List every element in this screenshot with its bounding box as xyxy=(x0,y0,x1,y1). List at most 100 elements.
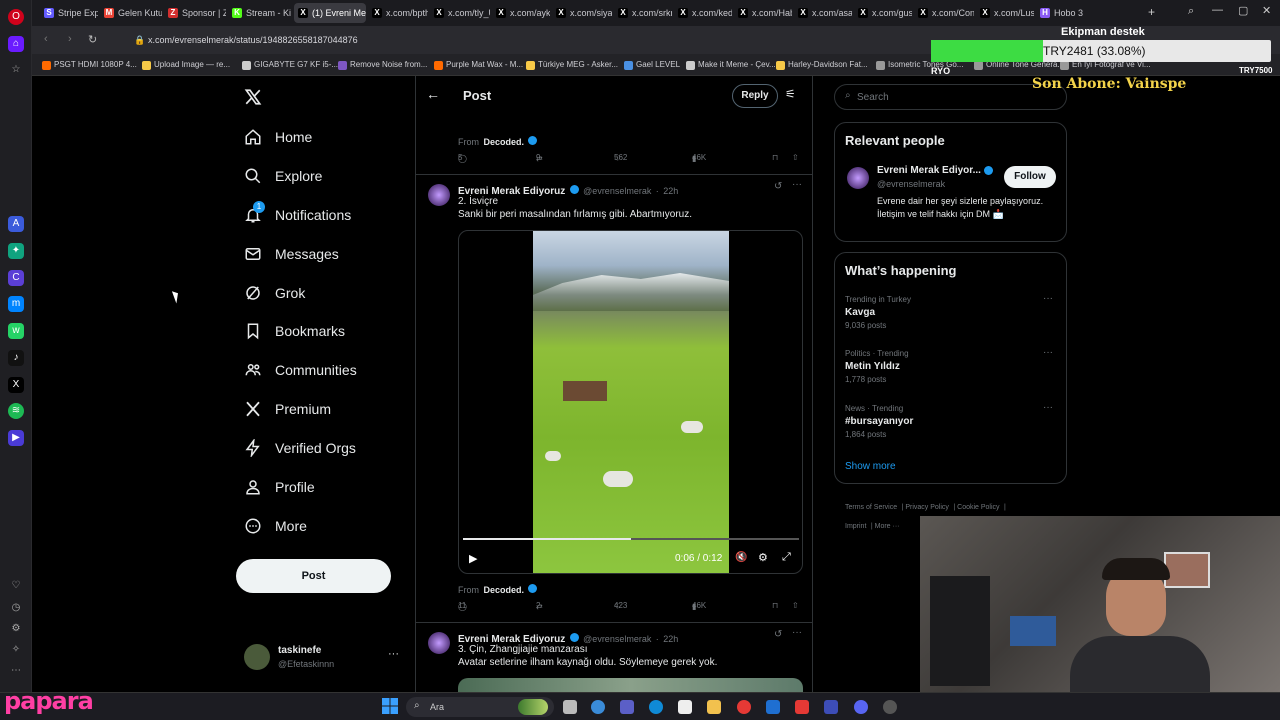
messenger-icon[interactable]: m xyxy=(8,296,24,312)
task-view-icon[interactable] xyxy=(563,700,577,714)
trend-item[interactable]: News · Trending #bursayanıyor 1,864 post… xyxy=(845,402,1055,444)
repost-action[interactable]: ⇄ 2 xyxy=(536,601,543,611)
app-l-icon[interactable] xyxy=(824,700,838,714)
media-preview[interactable] xyxy=(458,678,803,692)
browser-tab[interactable]: Xx.com/Lusl xyxy=(976,3,1034,23)
author-avatar[interactable] xyxy=(428,632,450,654)
trend-more-icon[interactable]: ··· xyxy=(1043,347,1053,358)
edge-icon[interactable] xyxy=(649,700,663,714)
maximize-icon[interactable]: ▢ xyxy=(1238,4,1248,17)
browser-tab[interactable]: Xx.com/srkm xyxy=(614,3,672,23)
nav-messages[interactable]: Messages xyxy=(244,242,339,266)
views-action[interactable]: ▮ 46K xyxy=(692,601,706,611)
nav-communities[interactable]: Communities xyxy=(244,358,357,382)
person-name[interactable]: Evreni Merak Ediyor... xyxy=(877,165,993,176)
browser-tab[interactable]: X (1) Evreni Merak Ed xyxy=(294,3,366,23)
pin-icon[interactable]: ☆ xyxy=(8,62,24,78)
nav-profile[interactable]: Profile xyxy=(244,475,315,499)
bookmark-item[interactable]: Gael LEVEL xyxy=(624,58,680,72)
tiktok-icon[interactable]: ♪ xyxy=(8,350,24,366)
reply-button[interactable]: Reply xyxy=(732,84,778,108)
search-tabs-icon[interactable]: ⌕ xyxy=(1188,5,1194,18)
nav-notifications[interactable]: Notifications 1 xyxy=(244,201,351,227)
video-player[interactable]: ▶ 0:06 / 0:12 🔇 ⚙ ⤢ xyxy=(458,230,803,574)
sliders-icon[interactable]: ⚟ xyxy=(785,87,796,101)
account-switcher[interactable]: taskinefe @Efetaskinnn ··· xyxy=(244,644,404,674)
reply-action[interactable]: ◯ 5 xyxy=(458,153,467,163)
bookmark-icon[interactable]: ⊓ xyxy=(772,153,778,162)
browser-tab[interactable]: M Gelen Kutu xyxy=(100,3,162,23)
share-icon[interactable]: ⇧ xyxy=(792,153,799,162)
back-arrow-icon[interactable]: ← xyxy=(426,86,440,102)
cs-icon[interactable]: C xyxy=(8,270,24,286)
trend-more-icon[interactable]: ··· xyxy=(1043,293,1053,304)
nav-bookmarks[interactable]: Bookmarks xyxy=(244,319,345,343)
workspace-icon[interactable]: ⌂ xyxy=(8,36,24,52)
spotify-icon[interactable]: ≋ xyxy=(8,403,24,419)
nav-grok[interactable]: Grok xyxy=(244,281,305,305)
opera-logo-icon[interactable]: O xyxy=(8,9,24,25)
browser-tab[interactable]: H Hobo 3 xyxy=(1036,3,1086,23)
person-handle[interactable]: @evrenselmerak xyxy=(877,179,945,189)
browser-tab[interactable]: Z Sponsor | Z xyxy=(164,3,226,23)
author-handle[interactable]: @evrenselmerak xyxy=(583,186,651,196)
trend-item[interactable]: Politics · Trending Metin Yıldız 1,778 p… xyxy=(845,347,1055,389)
url-field[interactable]: 🔒 x.com/evrenselmerak/status/19488265581… xyxy=(132,32,932,48)
show-more-link[interactable]: Show more xyxy=(845,461,896,472)
from-source-name[interactable]: Decoded. xyxy=(483,585,524,595)
like-action[interactable]: ♡ 423 xyxy=(614,601,627,611)
heart-icon[interactable]: ♡ xyxy=(8,578,24,594)
account-more-icon[interactable]: ··· xyxy=(388,648,399,660)
reply-action[interactable]: ◯ 11 xyxy=(458,601,467,611)
bookmark-icon[interactable]: ⊓ xyxy=(772,601,778,610)
browser-tab[interactable]: Xx.com/ayki xyxy=(492,3,550,23)
follow-button[interactable]: Follow xyxy=(1004,166,1056,188)
settings-gear-icon[interactable]: ⚙ xyxy=(8,621,24,637)
views-action[interactable]: ▮ 46K xyxy=(692,153,706,163)
browser-tab[interactable]: Xx.com/siyat xyxy=(552,3,612,23)
bookmark-item[interactable]: Türkiye MEG - Asker... xyxy=(526,58,618,72)
bookmark-item[interactable]: GIGABYTE G7 KF i5-... xyxy=(242,58,338,72)
taskbar-search[interactable]: ⌕ Ara xyxy=(406,697,554,717)
post-time[interactable]: 22h xyxy=(663,634,678,644)
bulb-icon[interactable]: ✧ xyxy=(8,642,24,658)
trend-more-icon[interactable]: ··· xyxy=(1043,402,1053,413)
obs-icon[interactable] xyxy=(883,700,897,714)
bookmark-item[interactable]: PSGT HDMI 1080P 4... xyxy=(42,58,137,72)
minimize-icon[interactable]: — xyxy=(1212,4,1223,16)
author-avatar[interactable] xyxy=(428,184,450,206)
post-button[interactable]: Post xyxy=(236,559,391,593)
app-w-icon[interactable] xyxy=(795,700,809,714)
browser-tab[interactable]: Xx.com/Con xyxy=(914,3,974,23)
browser-tab[interactable]: S Stripe Expr xyxy=(40,3,98,23)
footer-link[interactable]: Imprint xyxy=(845,523,866,530)
post-time[interactable]: 22h xyxy=(663,186,678,196)
like-action[interactable]: ♡ 562 xyxy=(614,153,627,163)
video-settings-icon[interactable]: ⚙ xyxy=(758,551,768,564)
bookmark-item[interactable]: Purple Mat Wax - M... xyxy=(434,58,523,72)
footer-link[interactable]: Cookie Policy xyxy=(957,504,999,511)
nav-verified-orgs[interactable]: Verified Orgs xyxy=(244,436,356,460)
grok-explain-icon[interactable]: ↺ xyxy=(774,181,782,192)
copilot-icon[interactable] xyxy=(591,700,605,714)
browser-tab[interactable]: Xx.com/asay xyxy=(794,3,852,23)
player-icon[interactable]: ▶ xyxy=(8,430,24,446)
fullscreen-icon[interactable]: ⤢ xyxy=(782,551,791,564)
nav-more[interactable]: More xyxy=(244,514,307,538)
back-icon[interactable]: ‹ xyxy=(44,33,48,45)
avatar[interactable] xyxy=(847,167,869,189)
share-icon[interactable]: ⇧ xyxy=(792,601,799,610)
post-more-icon[interactable]: ··· xyxy=(792,627,802,638)
author-handle[interactable]: @evrenselmerak xyxy=(583,634,651,644)
nav-explore[interactable]: Explore xyxy=(244,164,322,188)
forward-icon[interactable]: › xyxy=(68,33,72,45)
trend-item[interactable]: Trending in Turkey Kavga 9,036 posts ··· xyxy=(845,293,1055,335)
bookmark-item[interactable]: Make it Meme - Çev... xyxy=(686,58,776,72)
footer-link[interactable]: More ··· xyxy=(875,523,900,530)
discord-icon[interactable] xyxy=(854,700,868,714)
footer-link[interactable]: Privacy Policy xyxy=(905,504,949,511)
whatsapp-icon[interactable]: w xyxy=(8,323,24,339)
browser-tab[interactable]: K Stream - Ki xyxy=(228,3,292,23)
history-icon[interactable]: ◷ xyxy=(8,600,24,616)
x-logo-icon[interactable] xyxy=(244,88,262,111)
